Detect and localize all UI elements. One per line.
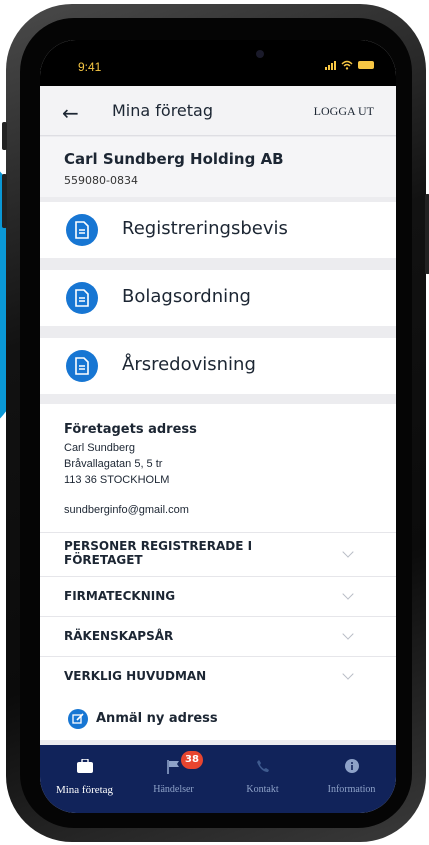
document-icon [66,350,98,382]
tab-handelser[interactable]: 38 Händelser [129,745,218,813]
info-icon [344,759,359,773]
tab-information[interactable]: Information [307,745,396,813]
address-line: Carl Sundberg [64,442,135,454]
document-label: Registreringsbevis [122,218,288,239]
screen: 9:41 ← Mina företag LOGGA UT Carl Sundbe… [40,40,396,813]
section-label: RÄKENSKAPSÅR [64,629,174,643]
report-new-address-button[interactable]: Anmäl ny adress [40,700,396,740]
document-row-arsredovisning[interactable]: Årsredovisning [40,338,396,394]
company-name: Carl Sundberg Holding AB [64,150,284,168]
document-label: Bolagsordning [122,286,251,307]
section-firmateckning[interactable]: FIRMATECKNING [40,576,396,614]
page-title: Mina företag [112,101,214,120]
org-number: 559080-0834 [64,174,138,187]
notch [136,40,304,74]
address-line: Bråvallagatan 5, 5 tr [64,458,163,470]
section-verklig-huvudman[interactable]: VERKLIG HUVUDMAN [40,656,396,694]
flag-icon [166,760,179,774]
edit-icon [68,709,88,729]
company-info: Carl Sundberg Holding AB 559080-0834 [40,137,396,197]
section-label: VERKLIG HUVUDMAN [64,669,207,683]
chevron-down-icon [342,667,354,680]
section-label: FIRMATECKNING [64,589,176,603]
app-header: ← Mina företag LOGGA UT [40,86,396,136]
chevron-down-icon [342,627,354,640]
battery-icon [358,61,374,69]
address-heading: Företagets adress [64,422,197,437]
briefcase-icon [76,759,93,773]
tab-label: Information [327,784,376,795]
document-icon [66,214,98,246]
chevron-down-icon [342,545,354,558]
signal-icon [325,60,336,70]
power-button [425,194,429,274]
section-label: PERSONER REGISTRERADE I FÖRETAGET [64,539,253,567]
mute-switch [2,122,7,150]
tab-label: Mina företag [55,784,114,796]
notification-badge: 38 [181,751,203,769]
status-bar: 9:41 [40,40,396,86]
status-time: 9:41 [78,60,102,74]
wifi-icon [341,60,353,70]
document-icon [66,282,98,314]
tab-kontakt[interactable]: Kontakt [218,745,307,813]
email-address: sundberginfo@gmail.com [64,504,189,516]
document-label: Årsredovisning [122,354,256,375]
chevron-down-icon [342,587,354,600]
tab-label: Händelser [153,784,194,795]
tab-mina-foretag[interactable]: Mina företag [40,745,129,813]
back-arrow-icon[interactable]: ← [62,101,79,125]
tab-label: Kontakt [246,784,279,795]
phone-icon [256,760,269,772]
section-personer[interactable]: PERSONER REGISTRERADE I FÖRETAGET [40,532,396,574]
tab-bar: Mina företag 38 Händelser Kontakt Inform… [40,745,396,813]
document-row-registreringsbevis[interactable]: Registreringsbevis [40,202,396,258]
new-address-label: Anmäl ny adress [96,711,218,726]
logout-button[interactable]: LOGGA UT [314,104,374,119]
section-rakenskapsar[interactable]: RÄKENSKAPSÅR [40,616,396,654]
phone-frame: 9:41 ← Mina företag LOGGA UT Carl Sundbe… [2,4,429,842]
stage: 9:41 ← Mina företag LOGGA UT Carl Sundbe… [0,0,429,845]
status-icons [325,60,374,70]
address-line: 113 36 STOCKHOLM [64,474,170,486]
volume-up-button [2,174,7,228]
camera-dot [256,50,264,58]
document-row-bolagsordning[interactable]: Bolagsordning [40,270,396,326]
